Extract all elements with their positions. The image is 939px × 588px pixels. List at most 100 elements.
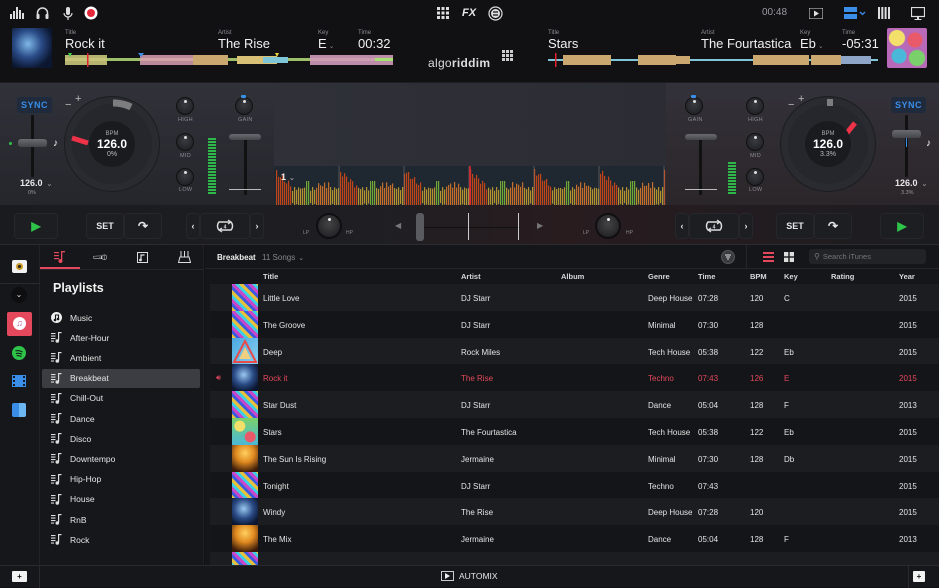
list-view-button[interactable] bbox=[763, 252, 774, 262]
track-row[interactable]: The Groove DJ Starr Minimal 07:30 128 2015 bbox=[210, 310, 939, 338]
column-header-time[interactable]: Time bbox=[698, 272, 715, 281]
toggle-panel-button[interactable]: + bbox=[913, 571, 925, 582]
equalizer-icon[interactable] bbox=[9, 5, 25, 21]
deck2-eq-mid-knob[interactable] bbox=[746, 133, 764, 151]
finder-icon[interactable] bbox=[12, 403, 26, 417]
column-header-title[interactable]: Title bbox=[263, 272, 278, 281]
deck2-loop-button[interactable]: 4 bbox=[689, 213, 739, 239]
crossfader-left-arrow[interactable]: ◀ bbox=[395, 221, 401, 230]
crossfader-right-arrow[interactable]: ▶ bbox=[537, 221, 543, 230]
deck1-waveform-number[interactable]: 1 ⌄ bbox=[281, 172, 295, 182]
deck1-filter-knob[interactable] bbox=[316, 213, 342, 239]
headphones-icon[interactable] bbox=[34, 5, 50, 21]
deck2-filter-knob[interactable] bbox=[595, 213, 621, 239]
sampler-icon[interactable] bbox=[487, 5, 503, 21]
automix-button[interactable]: AUTOMIX bbox=[441, 571, 498, 581]
track-row[interactable]: Little Love DJ Starr Deep House 07:28 120 C 20… bbox=[210, 284, 939, 311]
deck1-sync-button[interactable]: SYNC bbox=[17, 97, 53, 113]
deck1-tempo-fader[interactable] bbox=[18, 139, 47, 147]
deck1-eq-high-knob[interactable] bbox=[176, 97, 194, 115]
record-icon[interactable] bbox=[83, 5, 99, 21]
layout-icon[interactable] bbox=[843, 5, 867, 21]
track-row-partial[interactable] bbox=[210, 552, 939, 565]
column-header-key[interactable]: Key bbox=[784, 272, 798, 281]
deck2-sync-button[interactable]: SYNC bbox=[891, 97, 927, 113]
track-row[interactable]: The Mix Jermaine Dance 05:04 128 F 2013 bbox=[210, 525, 939, 553]
sidebar-item-hip-hop[interactable]: Hip-Hop bbox=[42, 470, 200, 489]
deck1-channel-fader[interactable] bbox=[229, 134, 261, 140]
song-count-dropdown[interactable]: 11 Songs ⌄ bbox=[262, 253, 304, 262]
deck2-jump-cue-button[interactable]: ↷ bbox=[814, 213, 852, 239]
column-header-artist[interactable]: Artist bbox=[461, 272, 481, 281]
filter-button[interactable] bbox=[721, 250, 735, 264]
sidebar-item-dance[interactable]: Dance bbox=[42, 409, 200, 428]
deck1-overview-waveform[interactable] bbox=[65, 53, 393, 67]
track-row[interactable]: Windy The Rise Deep House 07:28 120 2015 bbox=[210, 498, 939, 526]
grid-icon[interactable] bbox=[435, 5, 451, 21]
deck2-platter[interactable]: BPM 126.0 3.3% bbox=[780, 96, 876, 192]
sidebar-item-disco[interactable]: Disco bbox=[42, 429, 200, 448]
deck2-key-select[interactable]: Eb ⌄ bbox=[800, 36, 824, 51]
deck2-overview-waveform[interactable] bbox=[548, 53, 878, 67]
deck1-play-button[interactable]: ▶ bbox=[14, 213, 58, 239]
automix-play-icon[interactable] bbox=[808, 5, 824, 21]
deck1-set-cue-button[interactable]: SET bbox=[86, 213, 124, 239]
sidebar-item-ambient[interactable]: Ambient bbox=[42, 348, 200, 367]
microphone-icon[interactable] bbox=[60, 5, 76, 21]
deck1-tempo-value[interactable]: 126.0 ⌄ bbox=[20, 178, 52, 188]
deck1-gain-knob[interactable] bbox=[235, 97, 253, 115]
camera-source-icon[interactable] bbox=[12, 260, 27, 273]
track-row[interactable]: 🔊︎ Rock it The Rise Techno 07:43 126 E 2015 bbox=[210, 364, 939, 392]
sidebar-item-house[interactable]: House bbox=[42, 490, 200, 509]
track-row[interactable]: Tonight DJ Starr Techno 07:43 2015 bbox=[210, 471, 939, 499]
music-note-icon[interactable]: ♪ bbox=[53, 138, 58, 149]
search-input[interactable] bbox=[822, 252, 913, 261]
pads-tab[interactable] bbox=[164, 245, 204, 269]
column-header-album[interactable]: Album bbox=[561, 272, 584, 281]
crossfader-handle[interactable] bbox=[416, 213, 424, 241]
track-row[interactable]: Stars The Fourtastica Tech House 05:38 122 Eb… bbox=[210, 418, 939, 445]
deck1-loop-prev-button[interactable]: ‹ bbox=[186, 213, 200, 239]
add-source-button[interactable]: + bbox=[12, 571, 27, 582]
deck2-tempo-value[interactable]: 126.0 ⌄ bbox=[895, 178, 927, 188]
music-note-icon[interactable]: ♪ bbox=[926, 138, 931, 149]
spotify-icon[interactable] bbox=[12, 346, 26, 360]
sidebar-item-after-hour[interactable]: After-Hour bbox=[42, 328, 200, 347]
sidebar-item-music[interactable]: Music bbox=[42, 308, 200, 327]
column-header-rating[interactable]: Rating bbox=[831, 272, 854, 281]
music-note-tab[interactable] bbox=[122, 245, 162, 269]
sidebar-item-chill-out[interactable]: Chill-Out bbox=[42, 389, 200, 408]
deck2-loop-next-button[interactable]: › bbox=[739, 213, 753, 239]
deck2-set-cue-button[interactable]: SET bbox=[776, 213, 814, 239]
sidebar-item-downtempo[interactable]: Downtempo bbox=[42, 449, 200, 468]
column-header-genre[interactable]: Genre bbox=[648, 272, 670, 281]
deck2-eq-high-knob[interactable] bbox=[746, 97, 764, 115]
itunes-source-button[interactable]: ♫ bbox=[7, 312, 32, 336]
column-header-year[interactable]: Year bbox=[899, 272, 915, 281]
columns-icon[interactable] bbox=[876, 5, 892, 21]
deck1-platter[interactable]: BPM 126.0 0% bbox=[64, 96, 160, 192]
expand-sources-button[interactable]: ⌄ bbox=[11, 287, 27, 303]
deck2-loop-prev-button[interactable]: ‹ bbox=[675, 213, 689, 239]
display-icon[interactable] bbox=[910, 5, 926, 21]
playlists-tab[interactable] bbox=[40, 245, 80, 269]
fx-button[interactable]: FX bbox=[461, 5, 477, 21]
track-row[interactable]: The Sun Is Rising Jermaine Minimal 07:30 128… bbox=[210, 444, 939, 472]
deck1-loop-button[interactable]: 4 bbox=[200, 213, 250, 239]
deck1-key-select[interactable]: E ⌄ bbox=[318, 36, 335, 51]
grid-view-button[interactable] bbox=[784, 252, 794, 262]
track-row[interactable]: Star Dust DJ Starr Dance 05:04 128 F 2013 bbox=[210, 391, 939, 419]
search-field[interactable]: ⚲ bbox=[809, 249, 926, 264]
column-header-bpm[interactable]: BPM bbox=[750, 272, 767, 281]
sidebar-item-rnb[interactable]: RnB bbox=[42, 510, 200, 529]
deck2-gain-knob[interactable] bbox=[685, 97, 703, 115]
microphone-tab[interactable]: 🎤︎ bbox=[80, 245, 120, 269]
sidebar-item-rock[interactable]: Rock bbox=[42, 530, 200, 549]
deck1-jump-cue-button[interactable]: ↷ bbox=[124, 213, 162, 239]
deck2-tempo-fader[interactable] bbox=[892, 130, 921, 138]
deck1-eq-mid-knob[interactable] bbox=[176, 133, 194, 151]
deck1-eq-low-knob[interactable] bbox=[176, 168, 194, 186]
sidebar-item-breakbeat[interactable]: Breakbeat bbox=[42, 368, 200, 388]
track-row[interactable]: Deep Rock Miles Tech House 05:38 122 Eb 2015 bbox=[210, 337, 939, 365]
deck2-channel-fader[interactable] bbox=[685, 134, 717, 140]
